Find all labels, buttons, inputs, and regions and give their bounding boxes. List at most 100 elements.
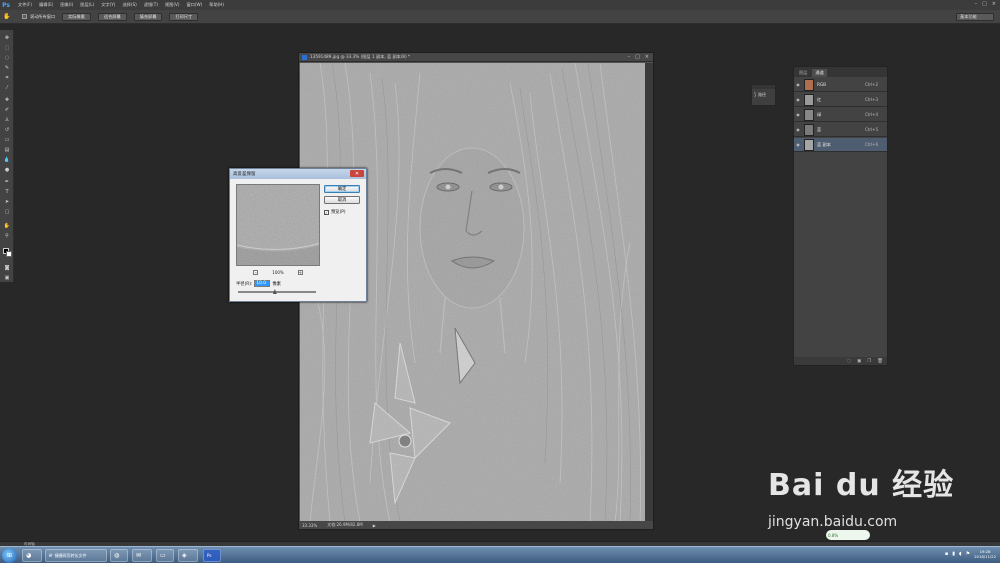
paths-panel-button[interactable]: ⟆ 路径 xyxy=(752,89,775,101)
flag-icon[interactable]: ⚑ xyxy=(966,551,970,557)
menu-filter[interactable]: 滤镜(T) xyxy=(144,2,158,8)
maximize-button[interactable]: □ xyxy=(982,1,987,7)
channel-row-green[interactable]: ◉ 绿 Ctrl+4 xyxy=(794,108,887,122)
print-size-button[interactable]: 打印尺寸 xyxy=(169,12,199,21)
lasso-tool-icon[interactable]: ◌ xyxy=(3,54,11,61)
menu-select[interactable]: 选择(S) xyxy=(122,2,136,8)
workspace-select[interactable]: 基本功能 xyxy=(956,13,994,21)
filter-preview[interactable] xyxy=(236,184,320,266)
shape-tool-icon[interactable]: ▢ xyxy=(3,208,11,215)
taskbar-app-browser[interactable]: ◕ xyxy=(22,549,42,562)
move-tool-icon[interactable]: ✥ xyxy=(3,34,11,41)
zoom-tool-icon[interactable]: ⚲ xyxy=(3,232,11,239)
close-button[interactable]: × xyxy=(992,1,996,7)
status-menu-arrow-icon[interactable]: ▶ xyxy=(373,523,376,528)
document-maximize-button[interactable]: □ xyxy=(635,54,640,60)
baidu-jingyan-watermark: Bai du 经验 jingyan.baidu.com 0.8% xyxy=(760,452,960,542)
zoom-out-button[interactable]: – xyxy=(253,269,259,275)
cancel-button[interactable]: 取消 xyxy=(324,196,360,204)
hand-tool-icon[interactable]: ✋ xyxy=(3,222,11,229)
zoom-in-button[interactable]: + xyxy=(297,269,303,275)
document-tab[interactable]: 13591489.jpg @ 33.3% (图层 1 副本, 蓝 副本/8) * xyxy=(299,53,653,62)
tools-panel: ✥ ⬚ ◌ ✎ ⌗ ⁄ ✚ ✐ ♙ ↺ ▭ ▤ 💧 ● ✒ T ➤ ▢ ✋ ⚲ … xyxy=(0,30,14,282)
eye-icon[interactable]: ◉ xyxy=(794,97,802,102)
history-brush-tool-icon[interactable]: ↺ xyxy=(3,126,11,133)
fit-screen-button[interactable]: 适合屏幕 xyxy=(97,12,127,21)
channel-row-blue[interactable]: ◉ 蓝 Ctrl+5 xyxy=(794,123,887,137)
taskbar-app-converter[interactable]: ℯ 捷捷网页转长文件 xyxy=(45,549,107,562)
menu-edit[interactable]: 编辑(E) xyxy=(39,2,53,8)
ok-button[interactable]: 确定 xyxy=(324,185,360,193)
eye-icon[interactable]: ◉ xyxy=(794,142,802,147)
baidu-logo: Bai du 经验 xyxy=(768,468,955,503)
delete-channel-icon[interactable]: 🗑 xyxy=(877,359,883,364)
blur-tool-icon[interactable]: 💧 xyxy=(3,156,11,163)
eye-icon[interactable]: ◉ xyxy=(794,112,802,117)
browser-icon: ◕ xyxy=(26,552,32,559)
screen-mode-icon[interactable]: ▣ xyxy=(3,274,11,281)
quick-mask-icon[interactable]: ◙ xyxy=(3,264,11,271)
start-button[interactable]: ⊞ xyxy=(2,548,17,563)
tray-app-icon[interactable]: ▪ xyxy=(945,551,948,557)
menu-file[interactable]: 文件(F) xyxy=(18,2,32,8)
healing-brush-tool-icon[interactable]: ✚ xyxy=(3,96,11,103)
channel-name: 绿 xyxy=(817,111,822,117)
dialog-close-button[interactable]: ✕ xyxy=(350,170,364,177)
taskbar-app-viewer[interactable]: ◈ xyxy=(178,549,198,562)
brush-tool-icon[interactable]: ✐ xyxy=(3,106,11,113)
minimize-button[interactable]: – xyxy=(975,1,978,7)
eyedropper-tool-icon[interactable]: ⁄ xyxy=(3,84,11,91)
taskbar-app-explorer[interactable]: ▭ xyxy=(156,549,174,562)
gradient-tool-icon[interactable]: ▤ xyxy=(3,146,11,153)
load-selection-icon[interactable]: ◌ xyxy=(847,359,851,364)
options-bar: ✋ 滚动所有窗口 实际像素 适合屏幕 填充屏幕 打印尺寸 基本功能 xyxy=(0,10,1000,24)
menu-image[interactable]: 图像(I) xyxy=(60,2,73,8)
dialog-title-bar[interactable]: 高反差保留 xyxy=(230,169,366,179)
dodge-tool-icon[interactable]: ● xyxy=(3,166,11,173)
document-close-button[interactable]: × xyxy=(645,54,649,60)
channel-row-rgb[interactable]: ◉ RGB Ctrl+2 xyxy=(794,78,887,92)
type-tool-icon[interactable]: T xyxy=(3,188,11,195)
radius-input[interactable]: 10.0 xyxy=(254,280,271,287)
photoshop-window: Ps 文件(F) 编辑(E) 图像(I) 图层(L) 文字(Y) 选择(S) 滤… xyxy=(0,0,1000,563)
new-channel-icon[interactable]: ❐ xyxy=(867,359,871,364)
menu-view[interactable]: 视图(V) xyxy=(165,2,180,8)
radius-slider[interactable] xyxy=(238,289,316,294)
actual-pixels-button[interactable]: 实际像素 xyxy=(62,12,91,21)
save-selection-icon[interactable]: ▣ xyxy=(857,359,861,364)
menu-help[interactable]: 帮助(H) xyxy=(209,2,224,8)
path-select-tool-icon[interactable]: ➤ xyxy=(3,198,11,205)
zoom-level[interactable]: 33.33% xyxy=(302,523,317,528)
menu-type[interactable]: 文字(Y) xyxy=(101,2,115,8)
channel-row-blue-copy[interactable]: ◉ 蓝 副本 Ctrl+6 xyxy=(794,138,887,152)
tab-channels[interactable]: 通道 xyxy=(812,69,827,77)
marquee-tool-icon[interactable]: ⬚ xyxy=(3,44,11,51)
eraser-tool-icon[interactable]: ▭ xyxy=(3,136,11,143)
hand-tool-icon[interactable]: ✋ xyxy=(0,12,14,22)
quick-select-tool-icon[interactable]: ✎ xyxy=(3,64,11,71)
pen-tool-icon[interactable]: ✒ xyxy=(3,178,11,185)
background-color-swatch[interactable] xyxy=(6,251,12,257)
radius-row: 半径(R): 10.0 像素 xyxy=(236,280,281,287)
crop-tool-icon[interactable]: ⌗ xyxy=(3,74,11,81)
taskbar-app-photoshop[interactable]: Ps xyxy=(203,549,221,562)
document-minimize-button[interactable]: – xyxy=(628,54,631,60)
radius-slider-knob[interactable] xyxy=(272,289,277,294)
network-icon[interactable]: ▮ xyxy=(952,551,955,557)
scroll-all-windows-checkbox[interactable] xyxy=(22,14,27,19)
clock-date: 2018/11/22 xyxy=(974,554,996,559)
taskbar-app-wechat[interactable]: ✉ xyxy=(132,549,152,562)
clone-stamp-tool-icon[interactable]: ♙ xyxy=(3,116,11,123)
eye-icon[interactable]: ◉ xyxy=(794,127,802,132)
fill-screen-button[interactable]: 填充屏幕 xyxy=(133,12,163,21)
taskbar-app-360[interactable]: ◍ xyxy=(110,549,128,562)
channel-row-red[interactable]: ◉ 红 Ctrl+3 xyxy=(794,93,887,107)
preview-checkbox[interactable]: ✓ xyxy=(324,209,329,215)
tab-layers[interactable]: 图层 xyxy=(796,69,810,77)
document-vertical-scrollbar[interactable] xyxy=(645,63,653,522)
volume-icon[interactable]: ◖ xyxy=(959,551,962,557)
menu-layer[interactable]: 图层(L) xyxy=(80,2,94,8)
eye-icon[interactable]: ◉ xyxy=(794,82,802,87)
menu-window[interactable]: 窗口(W) xyxy=(186,2,202,8)
clock[interactable]: 19:28 2018/11/22 xyxy=(974,549,996,559)
